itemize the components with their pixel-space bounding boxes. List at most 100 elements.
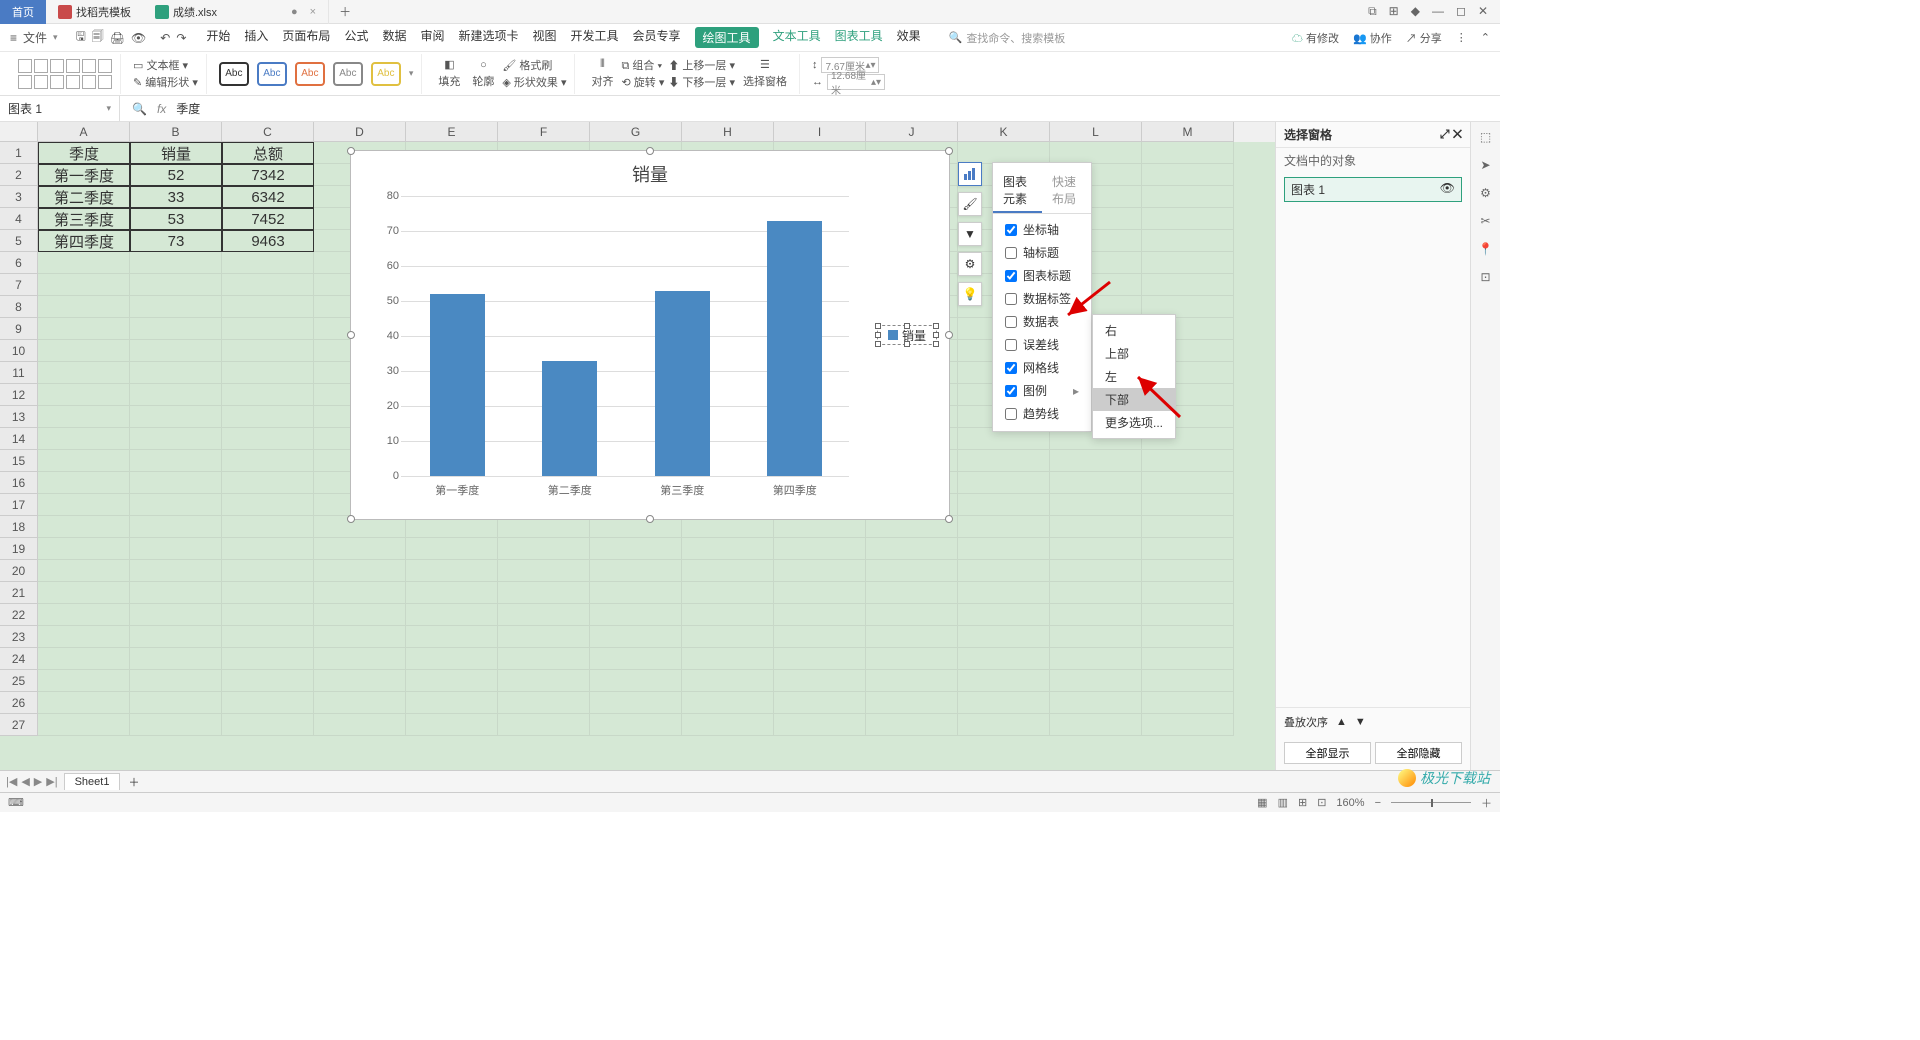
sheet-first-icon[interactable]: |◀: [6, 775, 17, 788]
data-cell[interactable]: 第二季度: [38, 186, 130, 208]
tab-custom[interactable]: 新建选项卡: [458, 27, 518, 48]
row-header-25[interactable]: 25: [0, 670, 38, 692]
outline-button[interactable]: ○轮廓: [468, 59, 498, 89]
close-icon[interactable]: ×: [310, 6, 316, 18]
chart-element-option[interactable]: 数据标签: [993, 287, 1091, 310]
style-3[interactable]: Abc: [295, 62, 325, 86]
row-header-11[interactable]: 11: [0, 362, 38, 384]
tab-insert[interactable]: 插入: [244, 27, 268, 48]
col-header-A[interactable]: A: [38, 122, 130, 142]
row-header-2[interactable]: 2: [0, 164, 38, 186]
data-cell[interactable]: 53: [130, 208, 222, 230]
skin-icon[interactable]: ◆: [1411, 4, 1420, 19]
effects-button[interactable]: ◈ 形状效果 ▾: [502, 74, 566, 90]
rotate-button[interactable]: ⟲ 旋转 ▾: [621, 74, 664, 90]
col-header-I[interactable]: I: [774, 122, 866, 142]
col-header-K[interactable]: K: [958, 122, 1050, 142]
row-header-5[interactable]: 5: [0, 230, 38, 252]
hide-all-button[interactable]: 全部隐藏: [1375, 742, 1462, 764]
tab-formula[interactable]: 公式: [344, 27, 368, 48]
side-pin-icon[interactable]: 📍: [1478, 242, 1493, 256]
data-cell[interactable]: 6342: [222, 186, 314, 208]
shape-gallery[interactable]: [18, 59, 112, 89]
chart-element-option[interactable]: 误差线: [993, 333, 1091, 356]
chart-element-option[interactable]: 趋势线: [993, 402, 1091, 425]
tab-vip[interactable]: 会员专享: [633, 27, 681, 48]
stack-up-button[interactable]: ▲: [1336, 716, 1347, 728]
legend-position-option[interactable]: 右: [1093, 319, 1175, 342]
legend-position-option[interactable]: 上部: [1093, 342, 1175, 365]
col-header-G[interactable]: G: [590, 122, 682, 142]
chart-bar[interactable]: [655, 291, 710, 477]
side-more-icon[interactable]: ⊡: [1480, 270, 1490, 284]
pane-close-icon[interactable]: ✕: [1453, 127, 1462, 141]
tab-text-tools[interactable]: 文本工具: [773, 27, 821, 48]
undo-icon[interactable]: ↶: [160, 31, 170, 45]
row-header-23[interactable]: 23: [0, 626, 38, 648]
tab-start[interactable]: 开始: [206, 27, 230, 48]
data-cell[interactable]: 7452: [222, 208, 314, 230]
show-all-button[interactable]: 全部显示: [1284, 742, 1371, 764]
row-header-27[interactable]: 27: [0, 714, 38, 736]
row-header-20[interactable]: 20: [0, 560, 38, 582]
side-clip-icon[interactable]: ✂: [1480, 214, 1490, 228]
sheet-tab[interactable]: Sheet1: [64, 773, 121, 790]
tab-effects[interactable]: 效果: [897, 27, 921, 48]
data-cell[interactable]: 销量: [130, 142, 222, 164]
share-button[interactable]: ↗ 分享: [1406, 30, 1442, 46]
tab-drawing-tools[interactable]: 绘图工具: [695, 27, 759, 48]
row-header-12[interactable]: 12: [0, 384, 38, 406]
command-search[interactable]: 🔍 查找命令、搜索模板: [949, 30, 1066, 46]
chart-bar[interactable]: [542, 361, 597, 477]
row-header-19[interactable]: 19: [0, 538, 38, 560]
select-all-corner[interactable]: [0, 122, 38, 142]
col-header-H[interactable]: H: [682, 122, 774, 142]
tab-chart-tools[interactable]: 图表工具: [835, 27, 883, 48]
zoom-out-button[interactable]: −: [1375, 797, 1381, 809]
more-icon[interactable]: ⋮: [1456, 31, 1467, 44]
chart-elements-popup[interactable]: 图表元素 快速布局 坐标轴轴标题图表标题数据标签数据表误差线网格线图例▸趋势线: [992, 162, 1092, 432]
row-header-6[interactable]: 6: [0, 252, 38, 274]
row-header-18[interactable]: 18: [0, 516, 38, 538]
chart-bar[interactable]: [767, 221, 822, 477]
chart-filter-button[interactable]: ▼: [958, 222, 982, 246]
view-page-icon[interactable]: ▥: [1278, 796, 1288, 809]
preview-icon[interactable]: 👁: [131, 31, 146, 45]
data-cell[interactable]: 第一季度: [38, 164, 130, 186]
chart-styles-button[interactable]: 🖌: [958, 192, 982, 216]
data-cell[interactable]: 33: [130, 186, 222, 208]
col-header-L[interactable]: L: [1050, 122, 1142, 142]
data-cell[interactable]: 73: [130, 230, 222, 252]
popup-tab-layouts[interactable]: 快速布局: [1042, 169, 1091, 213]
formula-input[interactable]: 季度: [176, 100, 200, 117]
save-as-icon[interactable]: 🗐: [92, 27, 104, 48]
style-5[interactable]: Abc: [371, 62, 401, 86]
side-cursor-icon[interactable]: ➤: [1480, 158, 1490, 172]
chart-bar[interactable]: [430, 294, 485, 476]
row-header-24[interactable]: 24: [0, 648, 38, 670]
row-header-21[interactable]: 21: [0, 582, 38, 604]
chart-element-option[interactable]: 图例▸: [993, 379, 1091, 402]
chart-element-option[interactable]: 轴标题: [993, 241, 1091, 264]
layout-icon[interactable]: ⧉: [1368, 4, 1377, 19]
chart-element-option[interactable]: 坐标轴: [993, 218, 1091, 241]
tab-docer[interactable]: 找稻壳模板: [46, 0, 143, 24]
tab-review[interactable]: 审阅: [420, 27, 444, 48]
view-break-icon[interactable]: ⊞: [1298, 796, 1307, 809]
close-window-icon[interactable]: ✕: [1478, 4, 1488, 19]
legend-position-option[interactable]: 更多选项...: [1093, 411, 1175, 434]
row-header-14[interactable]: 14: [0, 428, 38, 450]
col-header-M[interactable]: M: [1142, 122, 1234, 142]
legend-position-option[interactable]: 左: [1093, 365, 1175, 388]
fx-icon[interactable]: fx: [157, 102, 166, 116]
side-settings-icon[interactable]: ⚙: [1480, 186, 1491, 200]
row-header-26[interactable]: 26: [0, 692, 38, 714]
sheet-last-icon[interactable]: ▶|: [46, 775, 57, 788]
stack-down-button[interactable]: ▼: [1355, 716, 1366, 728]
chart-elements-button[interactable]: [958, 162, 982, 186]
new-tab-button[interactable]: ＋: [329, 3, 361, 20]
minimize-icon[interactable]: —: [1432, 4, 1444, 19]
data-cell[interactable]: 7342: [222, 164, 314, 186]
sheet-prev-icon[interactable]: ◀: [21, 775, 29, 788]
legend-position-option[interactable]: 下部: [1093, 388, 1175, 411]
